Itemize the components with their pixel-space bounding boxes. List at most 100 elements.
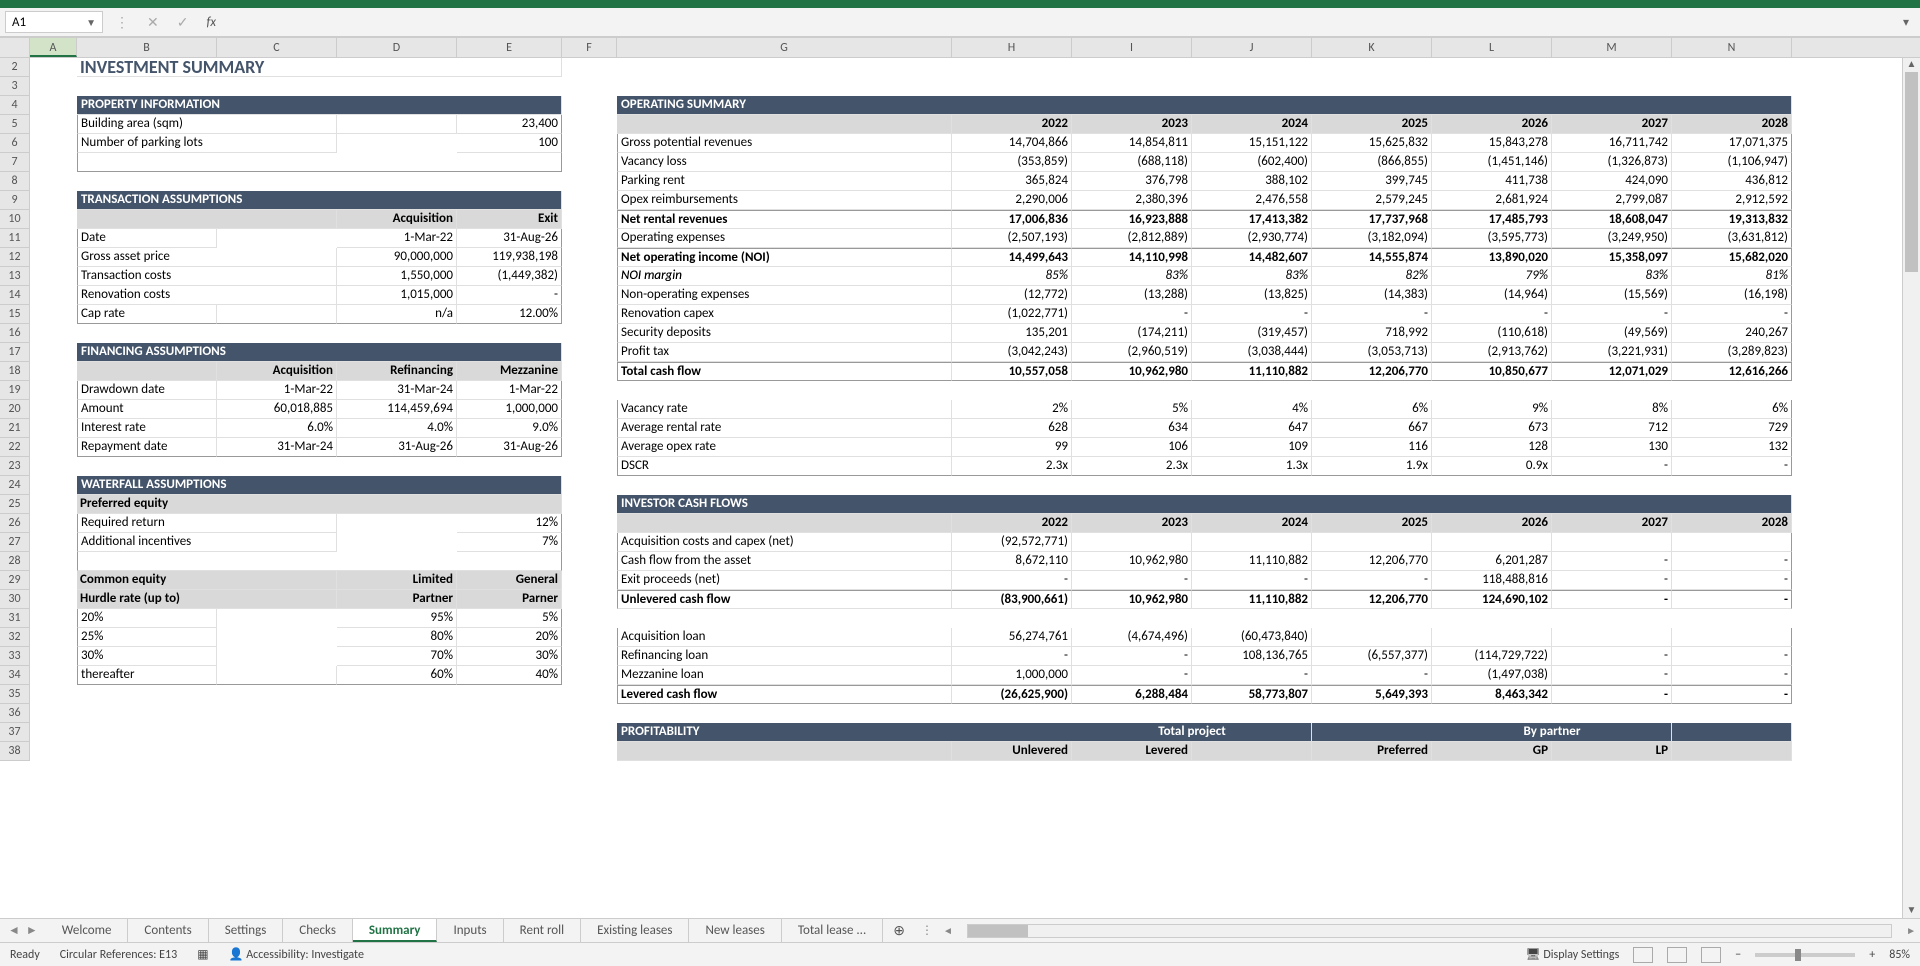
v-30-5[interactable]: - [1552,590,1672,609]
row-header-12[interactable]: 12 [0,248,30,267]
v-16-3[interactable]: 718,992 [1312,324,1432,343]
v-22-1[interactable]: 106 [1072,438,1192,457]
v-34-3[interactable]: - [1312,666,1432,685]
v-23-6[interactable]: - [1672,457,1792,476]
l-28[interactable]: Cash flow from the asset [617,552,952,571]
v-33-0[interactable]: - [952,647,1072,666]
cell[interactable] [617,115,952,134]
v-8-0[interactable]: 365,824 [952,172,1072,191]
v-33-4[interactable]: (114,729,722) [1432,647,1552,666]
status-accessibility[interactable]: 👤 Accessibility: Investigate [229,947,364,962]
fx-icon[interactable]: fx [206,15,216,30]
year2-2023[interactable]: 2023 [1072,514,1192,533]
v-28-3[interactable]: 12,206,770 [1312,552,1432,571]
v-20-1[interactable]: 5% [1072,400,1192,419]
v-date-a[interactable]: 1-Mar-22 [337,229,457,248]
scroll-down-icon[interactable]: ▼ [1903,904,1920,918]
l-17[interactable]: Profit tax [617,343,952,362]
v-17-1[interactable]: (2,960,519) [1072,343,1192,362]
v-22-3[interactable]: 116 [1312,438,1432,457]
v-10-6[interactable]: 19,313,832 [1672,210,1792,229]
v-12-2[interactable]: 14,482,607 [1192,248,1312,267]
v-27-2[interactable] [1192,533,1312,552]
v-7-0[interactable]: (353,859) [952,153,1072,172]
cell[interactable] [77,362,217,381]
v-33-6[interactable]: - [1672,647,1792,666]
zoom-out-icon[interactable]: − [1735,948,1741,962]
v-20-4[interactable]: 9% [1432,400,1552,419]
v-10-0[interactable]: 17,006,836 [952,210,1072,229]
tabs-more-icon[interactable]: ⋮ [915,923,939,938]
row-header-15[interactable]: 15 [0,305,30,324]
v-28-4[interactable]: 6,201,287 [1432,552,1552,571]
h-acq[interactable]: Acquisition [337,210,457,229]
v-30-4[interactable]: 124,690,102 [1432,590,1552,609]
cell[interactable] [617,742,952,761]
v-ir-a[interactable]: 6.0% [217,419,337,438]
sheet-tab-summary[interactable]: Summary [353,919,438,942]
v-20-5[interactable]: 8% [1552,400,1672,419]
v-h25g[interactable]: 20% [457,628,562,647]
cell[interactable] [77,552,562,571]
row-header-16[interactable]: 16 [0,324,30,343]
l-12[interactable]: Net operating income (NOI) [617,248,952,267]
v-8-6[interactable]: 436,812 [1672,172,1792,191]
v-build-area[interactable]: 23,400 [457,115,562,134]
col-header-E[interactable]: E [457,38,562,57]
v-28-6[interactable]: - [1672,552,1792,571]
v-32-1[interactable]: (4,674,496) [1072,628,1192,647]
v-ir-m[interactable]: 9.0% [457,419,562,438]
v-14-0[interactable]: (12,772) [952,286,1072,305]
v-27-5[interactable] [1552,533,1672,552]
row-header-18[interactable]: 18 [0,362,30,381]
l-18[interactable]: Total cash flow [617,362,952,381]
v-14-5[interactable]: (15,569) [1552,286,1672,305]
year-2023[interactable]: 2023 [1072,115,1192,134]
hdr-wf[interactable]: WATERFALL ASSUMPTIONS [77,476,562,495]
v-29-2[interactable]: - [1192,571,1312,590]
v-35-5[interactable]: - [1552,685,1672,704]
display-settings[interactable]: 🖥 Display Settings [1525,947,1619,962]
row-header-2[interactable]: 2 [0,58,30,77]
v-cr-a[interactable]: n/a [337,305,457,324]
l-rc[interactable]: Renovation costs [77,286,337,305]
v-23-3[interactable]: 1.9x [1312,457,1432,476]
col-header-I[interactable]: I [1072,38,1192,57]
v-9-6[interactable]: 2,912,592 [1672,191,1792,210]
v-gap-e[interactable]: 119,938,198 [457,248,562,267]
sheet-tab-existing-leases[interactable]: Existing leases [581,919,689,942]
sheet-tab-settings[interactable]: Settings [209,919,284,942]
l-7[interactable]: Vacancy loss [617,153,952,172]
v-17-3[interactable]: (3,053,713) [1312,343,1432,362]
name-box-dropdown-icon[interactable]: ▼ [86,16,96,29]
v-17-2[interactable]: (3,038,444) [1192,343,1312,362]
v-10-1[interactable]: 16,923,888 [1072,210,1192,229]
h-refin[interactable]: Refinancing [337,362,457,381]
v-16-4[interactable]: (110,618) [1432,324,1552,343]
horizontal-scrollbar[interactable]: ◄ ► [939,924,1920,938]
sheet-tab-inputs[interactable]: Inputs [437,919,503,942]
l-h30[interactable]: 30% [77,647,217,666]
title[interactable]: INVESTMENT SUMMARY [77,58,562,77]
v-18-5[interactable]: 12,071,029 [1552,362,1672,381]
h-genp[interactable]: General [457,571,562,590]
l-ht[interactable]: thereafter [77,666,217,685]
l-27[interactable]: Acquisition costs and capex (net) [617,533,952,552]
row-header-35[interactable]: 35 [0,685,30,704]
v-18-0[interactable]: 10,557,058 [952,362,1072,381]
v-16-6[interactable]: 240,267 [1672,324,1792,343]
v-6-0[interactable]: 14,704,866 [952,134,1072,153]
row-header-30[interactable]: 30 [0,590,30,609]
cell[interactable] [1672,742,1792,761]
view-layout-icon[interactable] [1667,947,1687,963]
l-9[interactable]: Opex reimbursements [617,191,952,210]
l-ir[interactable]: Interest rate [77,419,217,438]
v-29-5[interactable]: - [1552,571,1672,590]
v-13-6[interactable]: 81% [1672,267,1792,286]
formula-input[interactable] [228,11,1897,33]
v-rd-r[interactable]: 31-Aug-26 [337,438,457,457]
v-33-1[interactable]: - [1072,647,1192,666]
l-33[interactable]: Refinancing loan [617,647,952,666]
h-hurdle[interactable]: Hurdle rate (up to) [77,590,337,609]
v-h20l[interactable]: 95% [337,609,457,628]
